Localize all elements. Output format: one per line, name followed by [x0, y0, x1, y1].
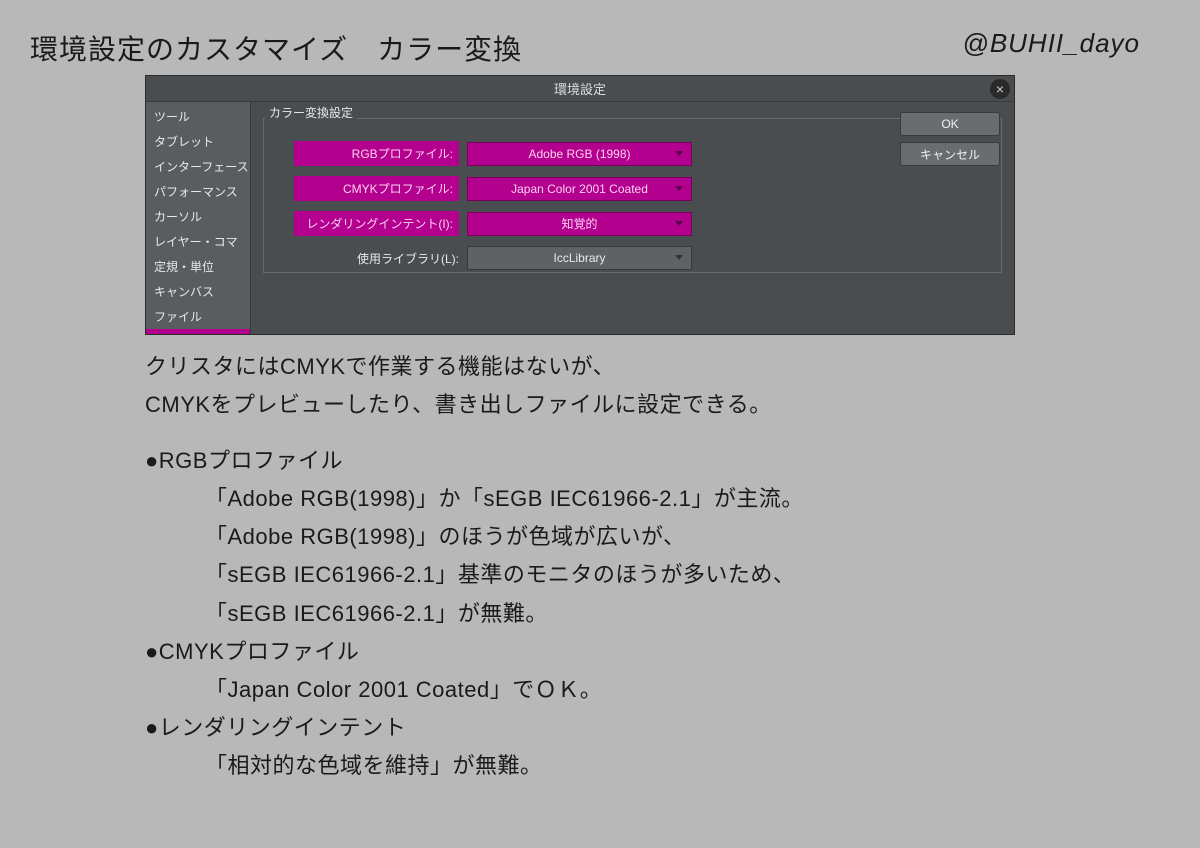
chevron-down-icon	[675, 221, 683, 226]
preferences-sidebar: ツールタブレットインターフェースパフォーマンスカーソルレイヤー・コマ定規・単位キ…	[146, 102, 251, 334]
form-label: RGBプロファイル:	[294, 141, 459, 166]
page-credit: @BUHII_dayo	[962, 28, 1140, 59]
dialog-buttons: OK キャンセル	[900, 112, 1000, 166]
sidebar-item[interactable]: カーソル	[146, 204, 250, 229]
explain-line: CMYKをプレビューしたり、書き出しファイルに設定できる。	[145, 388, 1065, 422]
explain-heading: ●CMYKプロファイル	[145, 635, 1065, 669]
form-select[interactable]: Japan Color 2001 Coated	[467, 177, 692, 201]
ok-button[interactable]: OK	[900, 112, 1000, 136]
sidebar-item[interactable]: レイヤー・コマ	[146, 229, 250, 254]
form-row: 使用ライブラリ(L): IccLibrary	[294, 246, 971, 270]
dialog-title: 環境設定	[554, 79, 606, 98]
explain-line: クリスタにはCMYKで作業する機能はないが、	[145, 350, 1065, 384]
explain-heading: ●RGBプロファイル	[145, 444, 1065, 478]
sidebar-item[interactable]: タブレット	[146, 129, 250, 154]
form-label: 使用ライブラリ(L):	[294, 250, 459, 267]
explain-line: 「sEGB IEC61966-2.1」が無難。	[145, 597, 1065, 631]
explain-line: 「相対的な色域を維持」が無難。	[145, 749, 1065, 783]
form-row: CMYKプロファイル: Japan Color 2001 Coated	[294, 176, 971, 201]
sidebar-item[interactable]: ファイル	[146, 304, 250, 329]
sidebar-item[interactable]: 定規・単位	[146, 254, 250, 279]
color-conversion-fieldset: RGBプロファイル: Adobe RGB (1998) CMYKプロファイル: Jap…	[263, 118, 1002, 273]
chevron-down-icon	[675, 186, 683, 191]
explain-line: 「Adobe RGB(1998)」か「sEGB IEC61966-2.1」が主流…	[145, 482, 1065, 516]
form-select[interactable]: Adobe RGB (1998)	[467, 142, 692, 166]
explain-heading: ●レンダリングインテント	[145, 711, 1065, 745]
form-label: CMYKプロファイル:	[294, 176, 459, 201]
sidebar-item[interactable]: パフォーマンス	[146, 179, 250, 204]
chevron-down-icon	[675, 151, 683, 156]
chevron-down-icon	[675, 255, 683, 260]
section-label: カラー変換設定	[265, 104, 357, 121]
explain-line: 「Japan Color 2001 Coated」でＯＫ。	[145, 673, 1065, 707]
sidebar-item[interactable]: カラー変換	[146, 329, 250, 334]
dialog-titlebar: 環境設定 ×	[146, 76, 1014, 102]
explain-line: 「sEGB IEC61966-2.1」基準のモニタのほうが多いため、	[145, 558, 1065, 592]
form-row: レンダリングインテント(I): 知覚的	[294, 211, 971, 236]
sidebar-item[interactable]: キャンバス	[146, 279, 250, 304]
form-select[interactable]: 知覚的	[467, 212, 692, 236]
form-select[interactable]: IccLibrary	[467, 246, 692, 270]
page-title: 環境設定のカスタマイズ カラー変換	[30, 28, 522, 68]
close-button[interactable]: ×	[990, 79, 1010, 99]
form-row: RGBプロファイル: Adobe RGB (1998)	[294, 141, 971, 166]
form-label: レンダリングインテント(I):	[294, 211, 459, 236]
cancel-button[interactable]: キャンセル	[900, 142, 1000, 166]
close-icon: ×	[996, 81, 1004, 97]
preferences-dialog: 環境設定 × ツールタブレットインターフェースパフォーマンスカーソルレイヤー・コ…	[145, 75, 1015, 335]
select-value: 知覚的	[561, 215, 597, 232]
sidebar-item[interactable]: インターフェース	[146, 154, 250, 179]
select-value: Japan Color 2001 Coated	[511, 182, 648, 196]
sidebar-item[interactable]: ツール	[146, 104, 250, 129]
explain-line: 「Adobe RGB(1998)」のほうが色域が広いが、	[145, 520, 1065, 554]
select-value: Adobe RGB (1998)	[528, 147, 630, 161]
explanation-text: クリスタにはCMYKで作業する機能はないが、 CMYKをプレビューしたり、書き出…	[145, 350, 1065, 787]
preferences-main-panel: カラー変換設定 RGBプロファイル: Adobe RGB (1998) CMYKプロ…	[251, 102, 1014, 334]
select-value: IccLibrary	[553, 251, 605, 265]
dialog-body: ツールタブレットインターフェースパフォーマンスカーソルレイヤー・コマ定規・単位キ…	[146, 102, 1014, 334]
